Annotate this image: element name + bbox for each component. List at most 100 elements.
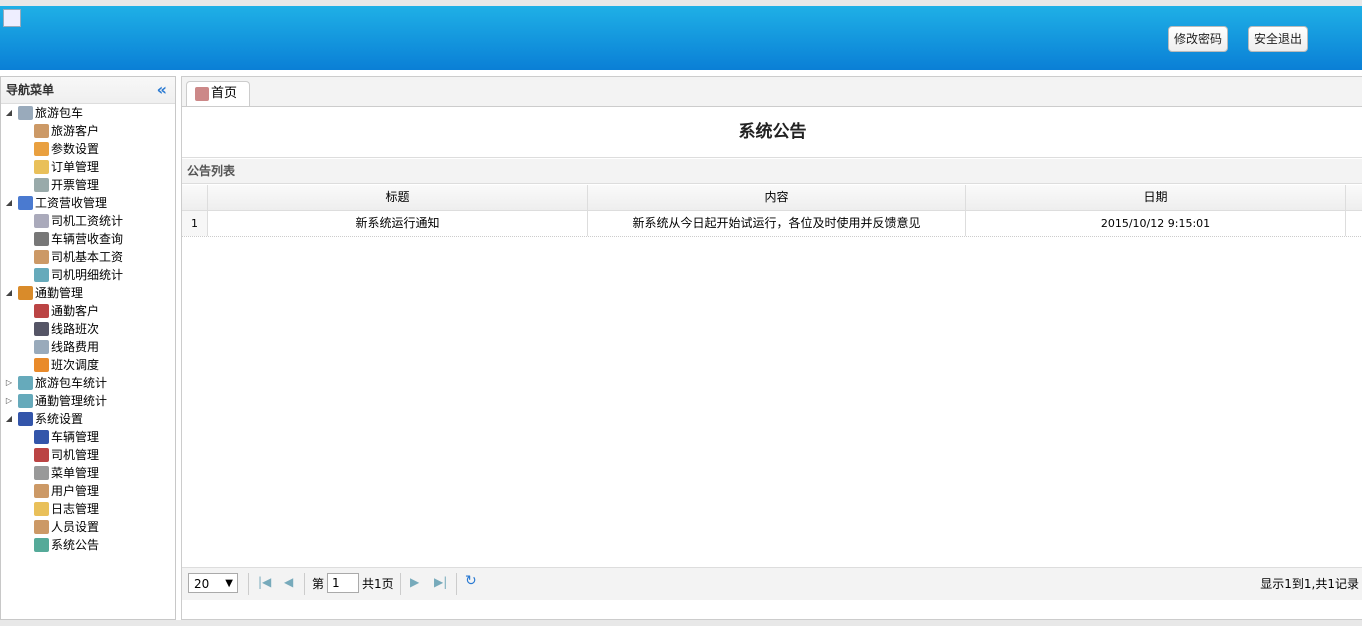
separator	[456, 573, 457, 595]
header-banner: 修改密码 安全退出	[0, 6, 1362, 70]
sidebar-item[interactable]: 司机管理	[1, 446, 175, 464]
sidebar-item-label: 订单管理	[51, 160, 100, 174]
sidebar-item[interactable]: 车辆营收查询	[1, 230, 175, 248]
sidebar-header: 导航菜单 «	[1, 77, 175, 104]
chart-icon	[18, 394, 33, 408]
font-icon	[18, 196, 33, 210]
sidebar-item-label: 司机工资统计	[51, 214, 124, 228]
sidebar-item[interactable]: 司机明细统计	[1, 266, 175, 284]
users-icon	[34, 484, 49, 498]
sidebar-item-label: 司机基本工资	[51, 250, 124, 264]
sidebar-item[interactable]: 参数设置	[1, 140, 175, 158]
sidebar-item[interactable]: ◢ 系统设置	[1, 410, 175, 428]
sidebar-item-label: 通勤客户	[51, 304, 100, 318]
notice-list-title: 公告列表	[182, 159, 1362, 184]
sidebar-item[interactable]: 车辆管理	[1, 428, 175, 446]
page-prefix: 第	[312, 577, 325, 591]
column-header-title[interactable]: 标题	[208, 185, 588, 210]
monitor-icon	[34, 430, 49, 444]
collapse-arrow-icon[interactable]: ◢	[4, 194, 14, 212]
tab-home[interactable]: 首页	[186, 81, 250, 106]
list-icon	[34, 466, 49, 480]
sidebar-item[interactable]: 用户管理	[1, 482, 175, 500]
sidebar-item[interactable]: ◢ 通勤管理	[1, 284, 175, 302]
collapse-arrow-icon[interactable]: ◢	[4, 410, 14, 428]
sidebar-item[interactable]: ◢ 工资营收管理	[1, 194, 175, 212]
users-icon	[34, 520, 49, 534]
contact-icon	[34, 304, 49, 318]
grid-header: 标题 内容 日期	[182, 185, 1362, 211]
edit-icon	[34, 160, 49, 174]
chart-icon	[18, 376, 33, 390]
contact-icon	[34, 448, 49, 462]
chart-icon	[34, 268, 49, 282]
box-icon	[34, 142, 49, 156]
logout-button[interactable]: 安全退出	[1248, 26, 1309, 52]
prev-page-icon[interactable]: ◀	[284, 575, 293, 589]
sidebar-item[interactable]: ▷ 旅游包车统计	[1, 374, 175, 392]
sidebar-item-label: 系统公告	[51, 538, 100, 552]
collapse-icon[interactable]: «	[157, 77, 167, 103]
users-icon	[34, 124, 49, 138]
sidebar-item[interactable]: 司机工资统计	[1, 212, 175, 230]
expand-icon[interactable]: ▷	[4, 374, 14, 392]
hourglass-icon	[34, 178, 49, 192]
separator	[248, 573, 249, 595]
collapse-arrow-icon[interactable]: ◢	[4, 104, 14, 122]
sidebar-item[interactable]: ◢ 旅游包车	[1, 104, 175, 122]
sidebar-item-label: 旅游客户	[51, 124, 100, 138]
sidebar-item[interactable]: 通勤客户	[1, 302, 175, 320]
sidebar-item-label: 开票管理	[51, 178, 100, 192]
sidebar-item-label: 用户管理	[51, 484, 100, 498]
pagination-bar: 20 ▼ |◀ ◀ 第 1 共1页 ▶ ▶| ↻ 显示1到1,共1记录	[182, 567, 1362, 600]
sidebar-item[interactable]: 线路班次	[1, 320, 175, 338]
chevron-down-icon: ▼	[225, 578, 233, 589]
sidebar-item-label: 系统设置	[35, 412, 84, 426]
printer-icon	[34, 232, 49, 246]
sidebar-item[interactable]: 日志管理	[1, 500, 175, 518]
page-number-input[interactable]: 1	[327, 573, 359, 593]
monitor-icon	[18, 412, 33, 426]
sidebar-item-label: 司机管理	[51, 448, 100, 462]
sidebar-item[interactable]: ▷ 通勤管理统计	[1, 392, 175, 410]
sidebar-item-label: 菜单管理	[51, 466, 100, 480]
tab-label: 首页	[211, 86, 238, 101]
sidebar-item[interactable]: 菜单管理	[1, 464, 175, 482]
column-header-content[interactable]: 内容	[588, 185, 966, 210]
sidebar-item[interactable]: 线路费用	[1, 338, 175, 356]
refresh-icon[interactable]: ↻	[465, 573, 477, 589]
rownum-header	[182, 185, 208, 210]
sidebar-item[interactable]: 系统公告	[1, 536, 175, 554]
record-summary: 显示1到1,共1记录	[1260, 577, 1359, 591]
change-password-button[interactable]: 修改密码	[1168, 26, 1229, 52]
page-size-select[interactable]: 20 ▼	[188, 573, 238, 593]
sidebar-item[interactable]: 订单管理	[1, 158, 175, 176]
tab-bar: 首页	[182, 77, 1362, 107]
nav-tree: ◢ 旅游包车旅游客户参数设置订单管理开票管理 ◢ 工资营收管理司机工资统计车辆营收查询…	[1, 104, 175, 554]
first-page-icon[interactable]: |◀	[258, 575, 271, 589]
sidebar-item[interactable]: 人员设置	[1, 518, 175, 536]
bottom-border	[0, 620, 1362, 626]
sidebar-title: 导航菜单	[6, 83, 55, 97]
last-page-icon[interactable]: ▶|	[434, 575, 447, 589]
sidebar-item-label: 线路班次	[51, 322, 100, 336]
row-date: 2015/10/12 9:15:01	[966, 211, 1346, 236]
next-page-icon[interactable]: ▶	[410, 575, 419, 589]
sidebar-item[interactable]: 开票管理	[1, 176, 175, 194]
sidebar-item[interactable]: 班次调度	[1, 356, 175, 374]
bus-icon	[34, 340, 49, 354]
table-row[interactable]: 1 新系统运行通知 新系统从今日起开始试运行，各位及时使用并反馈意见 2015/…	[182, 211, 1362, 237]
sidebar-item[interactable]: 司机基本工资	[1, 248, 175, 266]
notice-title: 系统公告	[182, 107, 1362, 158]
column-header-date[interactable]: 日期	[966, 185, 1346, 210]
edit-icon	[34, 502, 49, 516]
sidebar-item-label: 通勤管理统计	[35, 394, 108, 408]
bus-icon	[18, 286, 33, 300]
expand-icon[interactable]: ▷	[4, 392, 14, 410]
page-total: 共1页	[362, 577, 394, 591]
sidebar-item-label: 人员设置	[51, 520, 100, 534]
collapse-arrow-icon[interactable]: ◢	[4, 284, 14, 302]
building-icon	[34, 214, 49, 228]
row-number: 1	[182, 211, 208, 236]
sidebar-item[interactable]: 旅游客户	[1, 122, 175, 140]
